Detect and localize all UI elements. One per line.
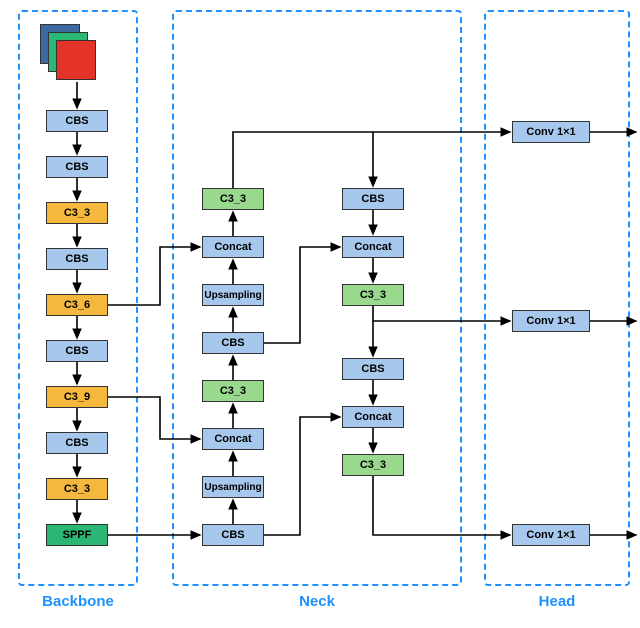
head-section: Head — [484, 10, 630, 586]
bb-cbs-1: CBS — [46, 110, 108, 132]
bb-c3-3a: C3_3 — [46, 202, 108, 224]
bb-c3-6: C3_6 — [46, 294, 108, 316]
hd-conv-1: Conv 1×1 — [512, 121, 590, 143]
bb-cbs-3: CBS — [46, 248, 108, 270]
neck-label: Neck — [299, 593, 335, 610]
diagram-canvas: Backbone Neck Head CBS CBS C3_3 CBS C3_6… — [0, 0, 640, 628]
hd-conv-3: Conv 1×1 — [512, 524, 590, 546]
nk-cbs-mid: CBS — [202, 332, 264, 354]
input-image-stack — [40, 24, 96, 80]
nk-ups-mid: Upsampling — [202, 284, 264, 306]
nk-ups-bot: Upsampling — [202, 476, 264, 498]
nk-c3-top: C3_3 — [202, 188, 264, 210]
nk-c3-mid: C3_3 — [202, 380, 264, 402]
backbone-label: Backbone — [42, 593, 114, 610]
nk2-cbs-bot: CBS — [342, 358, 404, 380]
nk2-cbs-top: CBS — [342, 188, 404, 210]
nk2-concat-bot: Concat — [342, 406, 404, 428]
bb-c3-9: C3_9 — [46, 386, 108, 408]
bb-c3-3b: C3_3 — [46, 478, 108, 500]
nk2-c3-bot: C3_3 — [342, 454, 404, 476]
nk2-c3-top: C3_3 — [342, 284, 404, 306]
nk-concat-bot: Concat — [202, 428, 264, 450]
head-label: Head — [539, 593, 576, 610]
bb-cbs-4: CBS — [46, 340, 108, 362]
nk-cbs-bot: CBS — [202, 524, 264, 546]
hd-conv-2: Conv 1×1 — [512, 310, 590, 332]
nk2-concat-top: Concat — [342, 236, 404, 258]
nk-concat-mid: Concat — [202, 236, 264, 258]
bb-cbs-2: CBS — [46, 156, 108, 178]
bb-sppf: SPPF — [46, 524, 108, 546]
bb-cbs-5: CBS — [46, 432, 108, 454]
